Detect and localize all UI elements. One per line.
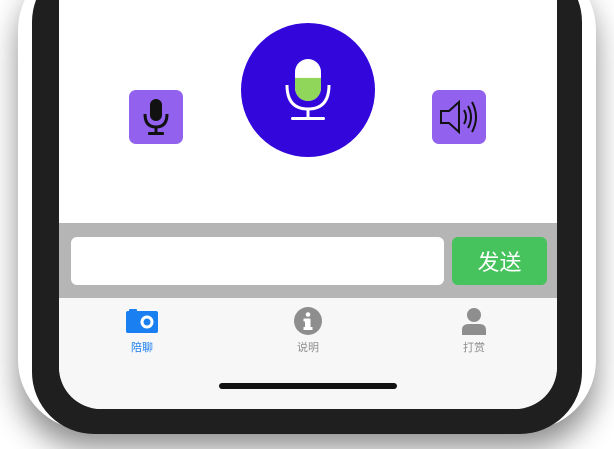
speaker-button[interactable]	[432, 90, 486, 144]
mic-level-fill	[295, 77, 321, 101]
message-input-bar: 发送	[59, 223, 557, 298]
home-indicator	[219, 383, 397, 389]
app-screen: 发送 陪聊 说明 打赏	[59, 0, 557, 409]
tab-help-label: 说明	[297, 341, 319, 354]
microphone-icon	[143, 99, 169, 135]
info-icon	[294, 307, 322, 335]
speaker-icon	[440, 99, 477, 135]
record-voice-button[interactable]	[241, 23, 375, 157]
voice-controls	[59, 0, 557, 223]
camera-icon	[126, 309, 158, 333]
tab-reward[interactable]: 打赏	[414, 298, 534, 362]
person-icon	[462, 308, 486, 335]
tab-chat[interactable]: 陪聊	[82, 298, 202, 362]
microphone-level-icon	[285, 59, 331, 120]
tab-reward-label: 打赏	[463, 341, 485, 354]
microphone-button[interactable]	[129, 90, 183, 144]
tab-help[interactable]: 说明	[248, 298, 368, 362]
tab-bar: 陪聊 说明 打赏	[59, 298, 557, 409]
tab-chat-label: 陪聊	[131, 341, 153, 354]
send-button[interactable]: 发送	[452, 237, 547, 285]
message-input[interactable]	[71, 237, 444, 285]
